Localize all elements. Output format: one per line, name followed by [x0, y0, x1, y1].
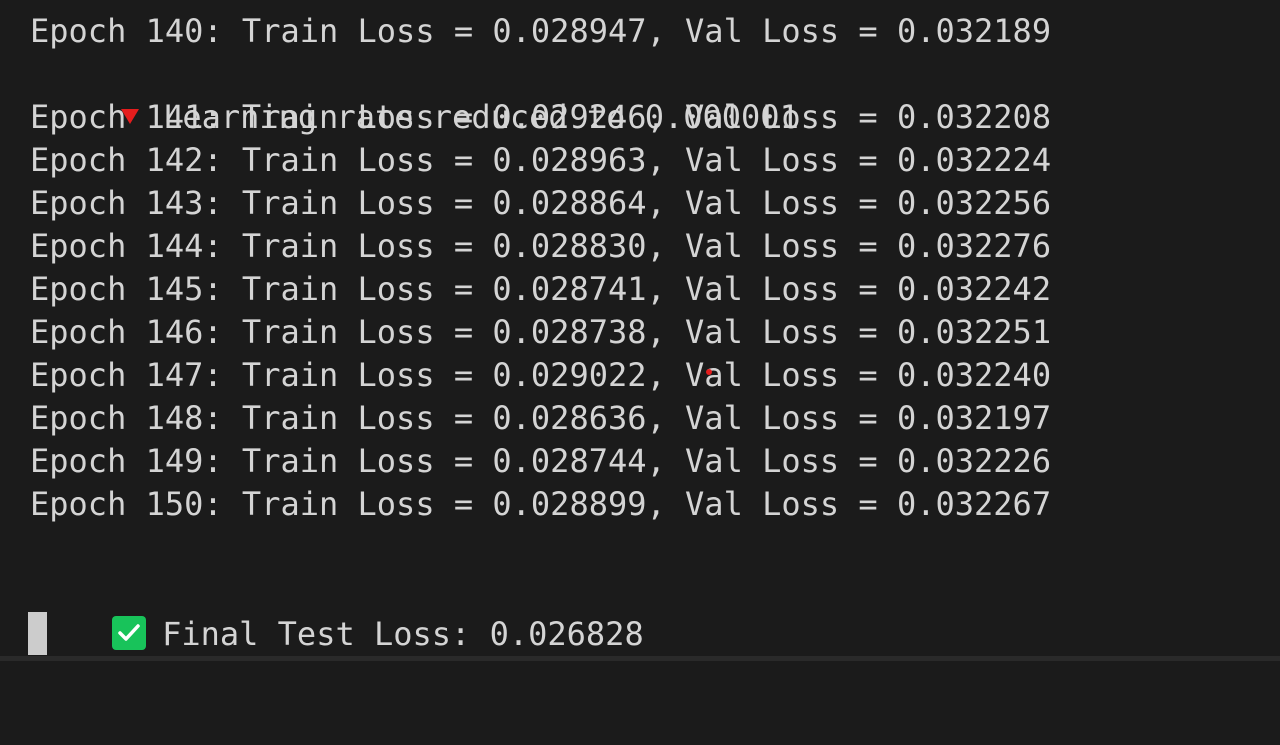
log-line: Epoch 149: Train Loss = 0.028744, Val Lo… — [30, 442, 1052, 480]
final-result-text: Final Test Loss: 0.026828 — [162, 615, 644, 653]
final-result-line: Final Test Loss: 0.026828 — [30, 570, 644, 653]
terminal-output[interactable]: Epoch 140: Train Loss = 0.028947, Val Lo… — [0, 0, 1280, 661]
log-line: Epoch 148: Train Loss = 0.028636, Val Lo… — [30, 399, 1052, 437]
bottom-border — [0, 656, 1280, 661]
log-line: Epoch 150: Train Loss = 0.028899, Val Lo… — [30, 485, 1052, 523]
green-check-icon — [112, 616, 147, 650]
log-line: Epoch 147: Train Loss = 0.029022, Val Lo… — [30, 356, 1052, 394]
log-line: Epoch 140: Train Loss = 0.028947, Val Lo… — [30, 12, 1052, 50]
log-line-lr-reduced: Learning rate reduced to 0.000001 — [30, 53, 799, 136]
log-line: Epoch 145: Train Loss = 0.028741, Val Lo… — [30, 270, 1052, 308]
stray-red-dot — [706, 369, 712, 375]
log-line: Epoch 141: Train Loss = 0.029246, Val Lo… — [30, 98, 1052, 136]
log-line: Epoch 144: Train Loss = 0.028830, Val Lo… — [30, 227, 1052, 265]
log-line: Epoch 146: Train Loss = 0.028738, Val Lo… — [30, 313, 1052, 351]
terminal-cursor — [28, 612, 47, 655]
log-line: Epoch 142: Train Loss = 0.028963, Val Lo… — [30, 141, 1052, 179]
log-line: Epoch 143: Train Loss = 0.028864, Val Lo… — [30, 184, 1052, 222]
